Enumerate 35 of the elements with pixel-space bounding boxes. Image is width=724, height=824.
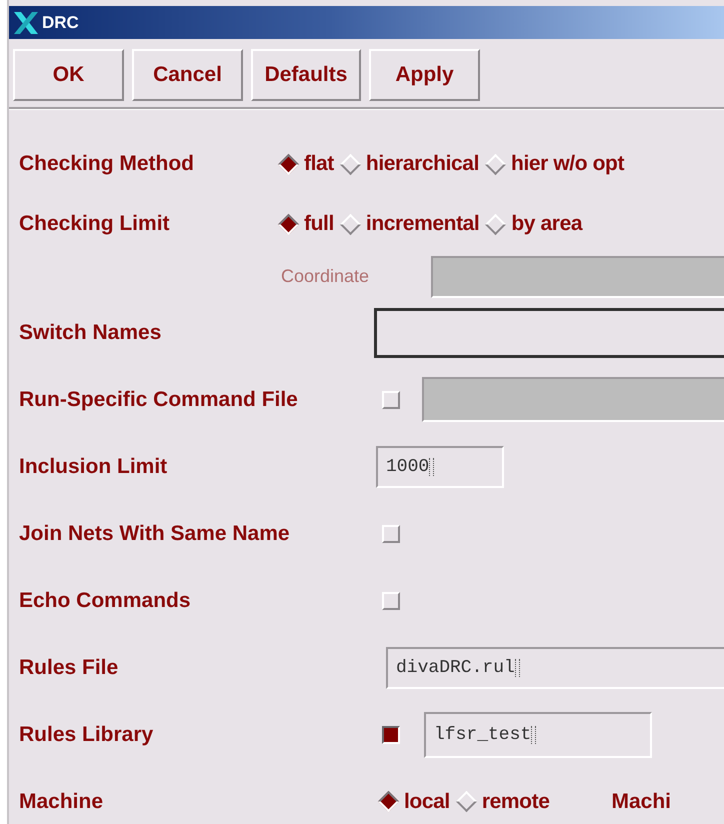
field-label: Checking Method xyxy=(19,152,196,176)
radio-option[interactable]: full xyxy=(276,212,334,236)
field-label: Checking Limit xyxy=(19,212,171,236)
field-label: Rules Library xyxy=(19,722,154,746)
field-label: Coordinate xyxy=(281,266,370,287)
radio-option[interactable]: incremental xyxy=(338,212,480,236)
radio-option[interactable]: local xyxy=(376,790,450,814)
checkbox[interactable] xyxy=(382,726,400,744)
field-label: Echo Commands xyxy=(19,588,192,612)
field-label: Rules File xyxy=(19,656,120,680)
dialog-button[interactable]: Cancel xyxy=(132,49,243,101)
field-label: Join Nets With Same Name xyxy=(19,522,291,546)
dialog-button[interactable]: OK xyxy=(13,49,124,101)
dialog-button[interactable]: Defaults xyxy=(251,49,361,101)
text-field[interactable]: divaDRC.rul xyxy=(386,646,724,688)
radio-option[interactable]: by area xyxy=(483,212,582,236)
radio-option[interactable]: hier w/o opt xyxy=(483,152,624,176)
dialog-button[interactable]: Apply xyxy=(369,49,480,101)
radio-option[interactable]: hierarchical xyxy=(338,152,480,176)
window-title: DRC xyxy=(42,12,79,32)
text-cursor-icon xyxy=(531,726,536,744)
radio-option[interactable]: flat xyxy=(276,152,334,176)
radio-option[interactable]: remote xyxy=(454,790,550,814)
text-field[interactable] xyxy=(374,308,724,358)
text-cursor-icon xyxy=(514,658,520,676)
field-label: Machi xyxy=(611,790,671,814)
field-label: Inclusion Limit xyxy=(19,454,168,478)
text-field[interactable] xyxy=(422,377,724,422)
field-label: Machine xyxy=(19,790,104,814)
x-logo-icon xyxy=(12,10,40,34)
text-field[interactable]: lfsr_test xyxy=(424,712,652,758)
field-label: Switch Names xyxy=(19,320,162,344)
text-cursor-icon xyxy=(429,458,434,476)
field-label: Run-Specific Command File xyxy=(19,388,299,412)
text-field[interactable]: 1000 xyxy=(376,446,504,488)
